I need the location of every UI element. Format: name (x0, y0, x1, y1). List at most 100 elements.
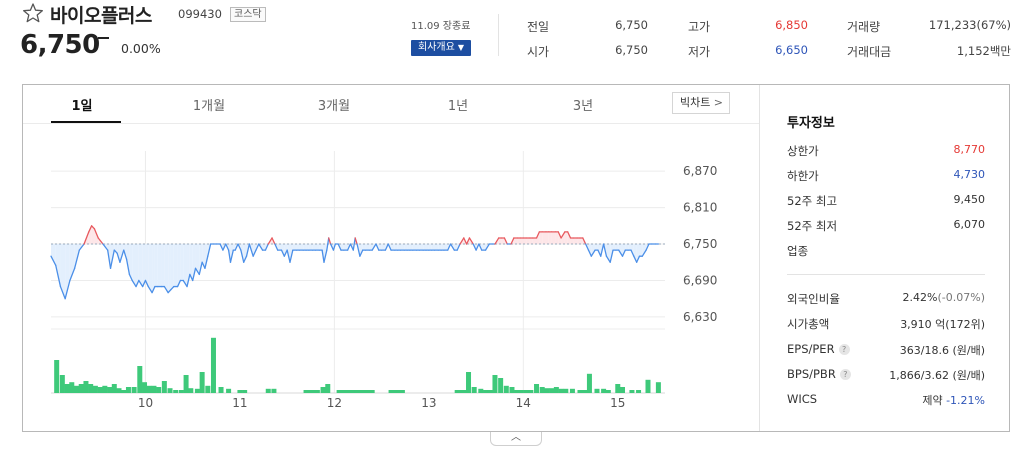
price-down-fill (164, 244, 169, 293)
price-up-fill (545, 231, 549, 245)
price-down-fill (343, 244, 348, 251)
prev-close-label: 전일 (527, 20, 550, 34)
price-down-fill (180, 244, 184, 281)
price-up-fill (529, 237, 533, 245)
price-down-fill (292, 244, 297, 251)
stock-name: 바이오플러스 (50, 5, 152, 27)
x-tick-label: 11 (232, 396, 247, 410)
bps-pbr-row-label: BPS/PBR? (787, 367, 851, 381)
price-down-fill (404, 244, 408, 251)
price-down-fill (639, 244, 643, 257)
volume-label: 거래량 (847, 20, 881, 34)
tab-1-year[interactable]: 1년 (428, 95, 488, 114)
price-down-fill (381, 244, 386, 251)
price-down-fill (277, 244, 282, 251)
volume-bar (492, 375, 498, 393)
price-down-fill (443, 244, 448, 251)
volume-bar (59, 375, 65, 393)
volume-bar (509, 387, 515, 393)
price-down-fill (615, 244, 619, 251)
volume-bar (74, 385, 80, 393)
x-tick-label: 10 (138, 396, 153, 410)
volume-value: 171,233(67%) (928, 18, 1011, 32)
price-down-fill (340, 244, 344, 251)
big-chart-button[interactable]: 빅차트 > (672, 92, 730, 114)
price-down-fill (303, 244, 307, 251)
volume-bar (54, 360, 60, 393)
volume-bar (586, 373, 592, 393)
price-up-fill (548, 231, 552, 245)
price-up-fill (498, 237, 502, 245)
volume-bar (619, 387, 625, 393)
price-down-fill (595, 244, 598, 251)
volume-bar (146, 385, 152, 393)
volume-bar (199, 372, 205, 393)
volume-bar (539, 387, 545, 393)
price-down-fill (378, 244, 382, 251)
price-down-fill (154, 244, 158, 287)
volume-bar (549, 388, 555, 393)
volume-bar (116, 388, 122, 393)
help-icon[interactable]: ? (838, 344, 850, 355)
invest-info-title: 투자정보 (787, 116, 835, 131)
market-status-date: 11.09 장종료 (411, 21, 471, 32)
invest-divider (787, 274, 985, 275)
volume-bar (88, 384, 94, 393)
upper-limit-label: 상한가 (787, 144, 819, 158)
price-down-fill (391, 244, 395, 251)
tab-3-years[interactable]: 3년 (553, 95, 613, 114)
price-down-fill (481, 244, 486, 251)
volume-bar (131, 387, 137, 393)
volume-bar (69, 382, 75, 393)
price-down-fill (312, 244, 316, 251)
volume-bar (125, 387, 131, 393)
eps-per-row-label: EPS/PER? (787, 342, 850, 356)
price-down-fill (152, 244, 155, 293)
tab-1-month[interactable]: 1개월 (179, 95, 239, 114)
price-down-fill (362, 244, 366, 251)
week52-low-value: 6,070 (953, 218, 986, 231)
foreign-ratio-label: 외국인비율 (787, 292, 840, 306)
price-down-fill (628, 244, 631, 251)
market-cap-value: 3,910 억(172위) (900, 318, 985, 331)
volume-bar (478, 388, 484, 393)
help-icon[interactable]: ? (839, 369, 851, 380)
price-down-fill (434, 244, 439, 251)
favorite-star-icon[interactable] (22, 2, 44, 24)
price-down-fill (441, 244, 444, 251)
volume-bar (528, 390, 534, 393)
wics-change: -1.21% (946, 394, 985, 407)
week52-low-label: 52주 최저 (787, 219, 838, 233)
volume-bar (514, 390, 520, 393)
volume-bar (636, 390, 642, 393)
volume-bar (194, 388, 200, 393)
upper-limit-value: 8,770 (953, 143, 986, 156)
price-down-fill (426, 244, 429, 251)
wics-sector-link[interactable]: 제약 (922, 394, 942, 407)
foreign-ratio-value: 2.42%(-0.07%) (860, 291, 985, 304)
volume-bar (544, 388, 550, 393)
volume-bar (107, 387, 113, 393)
price-down-fill (397, 244, 401, 251)
collapse-panel-button[interactable]: ︿ (490, 432, 542, 446)
price-down-fill (438, 244, 442, 251)
price-down-fill (365, 244, 370, 251)
tab-1-day[interactable]: 1일 (52, 95, 112, 114)
current-price: 6,750 (20, 30, 100, 60)
market-cap-label: 시가총액 (787, 317, 830, 331)
tab-3-months[interactable]: 3개월 (304, 95, 364, 114)
stock-code: 099430 (178, 7, 222, 21)
low-label: 저가 (688, 45, 711, 59)
bps-pbr-label: BPS/PBR (787, 367, 836, 381)
eps-per-label: EPS/PER (787, 342, 835, 356)
no-change-dash-icon (98, 37, 109, 39)
high-label: 고가 (688, 20, 711, 34)
price-down-fill (625, 244, 629, 251)
company-overview-button[interactable]: 회사개요 ▼ (411, 40, 471, 56)
price-up-fill (517, 237, 521, 245)
volume-bar (655, 382, 661, 393)
wics-label: WICS (787, 392, 818, 406)
volume-bar (399, 390, 405, 393)
lower-limit-label: 하한가 (787, 169, 819, 183)
price-up-fill (577, 237, 580, 245)
